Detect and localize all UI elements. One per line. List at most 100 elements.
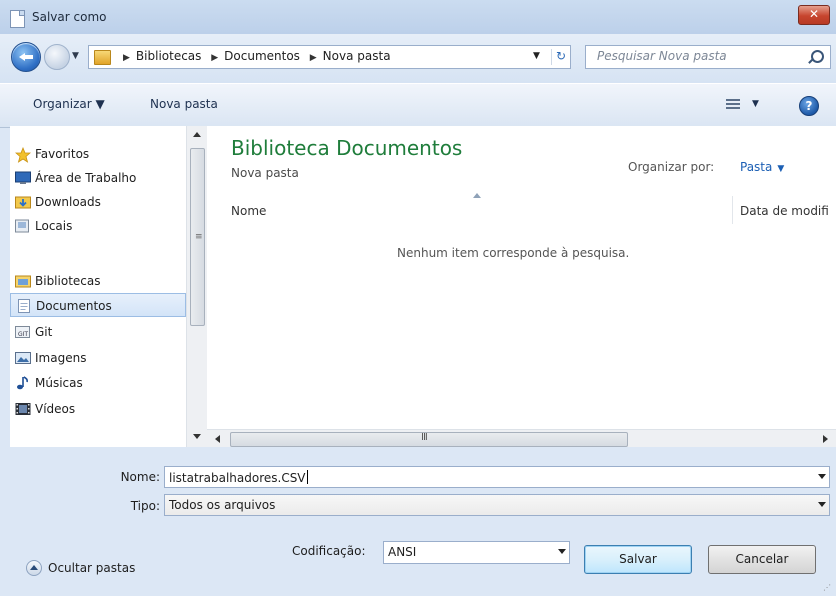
scroll-thumb[interactable]: III: [230, 432, 628, 447]
column-header-name[interactable]: Nome: [231, 204, 266, 218]
refresh-icon[interactable]: ↻: [551, 49, 570, 65]
column-divider[interactable]: [732, 196, 733, 224]
new-folder-button[interactable]: Nova pasta: [150, 97, 218, 111]
library-subtitle: Nova pasta: [231, 166, 299, 180]
nav-item-favoritos[interactable]: Favoritos: [10, 142, 186, 166]
breadcrumb-item[interactable]: Bibliotecas: [136, 49, 201, 63]
nav-item-downloads[interactable]: Downloads: [10, 190, 186, 214]
scroll-grip-icon: III: [421, 432, 428, 443]
nav-item-git[interactable]: GIT Git: [10, 320, 186, 344]
file-name-value: listatrabalhadores.CSV: [169, 470, 308, 485]
scroll-up-icon[interactable]: [193, 132, 201, 137]
sort-ascending-icon: [473, 193, 481, 198]
document-icon: [10, 10, 25, 28]
close-button[interactable]: ✕: [798, 5, 830, 25]
libraries-icon: [15, 274, 31, 288]
star-icon: [14, 146, 32, 163]
history-dropdown-icon[interactable]: ▼: [72, 51, 79, 61]
folder-icon: [94, 50, 111, 65]
text-caret: [306, 470, 308, 484]
breadcrumb-separator-icon[interactable]: ▶: [310, 53, 317, 63]
breadcrumb: ▶ Bibliotecas ▶ Documentos ▶ Nova pasta: [117, 49, 391, 63]
file-name-label: Nome:: [120, 470, 160, 484]
nav-item-imagens[interactable]: Imagens: [10, 346, 186, 370]
help-icon[interactable]: ?: [799, 96, 819, 116]
git-icon: GIT: [15, 325, 31, 339]
file-type-select[interactable]: Todos os arquivos: [164, 494, 830, 516]
arrange-by-label: Organizar por:: [628, 160, 715, 174]
empty-message: Nenhum item corresponde à pesquisa.: [397, 246, 630, 260]
title-bar: Salvar como ✕: [0, 0, 836, 35]
file-type-value: Todos os arquivos: [169, 498, 276, 512]
nav-item-label: Área de Trabalho: [35, 171, 137, 185]
scroll-right-icon[interactable]: [823, 435, 828, 443]
nav-pane-scrollbar[interactable]: ≡: [186, 126, 207, 447]
resize-grip-icon[interactable]: ⋰: [823, 583, 833, 593]
chevron-down-icon[interactable]: [558, 549, 566, 554]
scroll-down-icon[interactable]: [193, 434, 201, 439]
breadcrumb-separator-icon[interactable]: ▶: [123, 53, 130, 63]
nav-item-label: Documentos: [36, 299, 112, 313]
view-dropdown-icon[interactable]: ▼: [752, 99, 759, 109]
documents-icon: [16, 299, 32, 313]
save-button[interactable]: Salvar: [584, 545, 692, 574]
nav-item-label: Bibliotecas: [35, 274, 101, 288]
forward-button[interactable]: [44, 44, 70, 70]
nav-item-label: Vídeos: [35, 402, 76, 416]
chevron-down-icon[interactable]: [818, 502, 826, 507]
nav-item-label: Git: [35, 325, 53, 339]
arrange-by-value: Pasta: [740, 160, 773, 174]
address-row: ▼ ▶ Bibliotecas ▶ Documentos ▶ Nova pasta ▼…: [0, 34, 836, 83]
file-name-text: listatrabalhadores.CSV: [169, 471, 306, 485]
arrange-by-dropdown[interactable]: Pasta ▼: [740, 160, 784, 174]
desktop-icon: [15, 171, 31, 185]
save-options-panel: Nome: listatrabalhadores.CSV Tipo: Todos…: [0, 447, 836, 596]
nav-item-label: Favoritos: [35, 147, 90, 161]
encoding-label: Codificação:: [292, 544, 366, 558]
horizontal-scrollbar[interactable]: III: [207, 429, 836, 448]
encoding-value: ANSI: [388, 545, 417, 559]
hide-folders-button[interactable]: Ocultar pastas: [26, 558, 166, 578]
organize-button[interactable]: Organizar ▼: [33, 97, 105, 111]
scroll-left-icon[interactable]: [215, 435, 220, 443]
chevron-down-icon: ▼: [777, 164, 785, 174]
breadcrumb-item[interactable]: Documentos: [224, 49, 300, 63]
downloads-folder-icon: [15, 195, 31, 209]
search-icon[interactable]: [811, 50, 824, 63]
nav-item-documentos[interactable]: Documentos: [10, 293, 186, 317]
address-dropdown-icon[interactable]: ▼: [533, 51, 540, 61]
pictures-icon: [15, 351, 31, 365]
address-bar[interactable]: ▶ Bibliotecas ▶ Documentos ▶ Nova pasta ▼ ↻: [88, 45, 571, 69]
navigation-pane: Favoritos Área de Trabalho Downloads Loc…: [10, 126, 186, 447]
search-input[interactable]: Pesquisar Nova pasta: [585, 45, 831, 69]
file-type-label: Tipo:: [130, 499, 160, 513]
svg-text:GIT: GIT: [18, 331, 28, 338]
nav-item-label: Locais: [35, 219, 73, 233]
nav-item-bibliotecas[interactable]: Bibliotecas: [10, 269, 186, 293]
nav-item-videos[interactable]: Vídeos: [10, 397, 186, 421]
nav-item-label: Músicas: [35, 376, 83, 390]
breadcrumb-separator-icon[interactable]: ▶: [211, 53, 218, 63]
nav-item-musicas[interactable]: Músicas: [10, 371, 186, 395]
back-button[interactable]: [11, 42, 41, 72]
recent-places-icon: [15, 219, 31, 233]
nav-item-label: Imagens: [35, 351, 87, 365]
collapse-up-icon: [26, 560, 42, 576]
window-title: Salvar como: [32, 10, 107, 24]
breadcrumb-item[interactable]: Nova pasta: [323, 49, 391, 63]
column-header-date[interactable]: Data de modifi: [740, 204, 829, 218]
encoding-select[interactable]: ANSI: [383, 541, 570, 564]
chevron-down-icon[interactable]: [818, 474, 826, 479]
nav-item-label: Downloads: [35, 195, 101, 209]
view-options-icon[interactable]: [726, 99, 740, 110]
command-toolbar: Organizar ▼ Nova pasta ▼ ?: [0, 83, 836, 128]
file-list-pane: Biblioteca Documentos Nova pasta Organiz…: [207, 126, 836, 429]
nav-item-area-de-trabalho[interactable]: Área de Trabalho: [10, 166, 186, 190]
scroll-thumb[interactable]: ≡: [190, 148, 205, 326]
videos-icon: [15, 402, 31, 416]
file-name-input[interactable]: listatrabalhadores.CSV: [164, 466, 830, 488]
cancel-button[interactable]: Cancelar: [708, 545, 816, 574]
search-placeholder: Pesquisar Nova pasta: [597, 49, 727, 63]
hide-folders-label: Ocultar pastas: [48, 561, 136, 575]
nav-item-locais[interactable]: Locais: [10, 214, 186, 238]
